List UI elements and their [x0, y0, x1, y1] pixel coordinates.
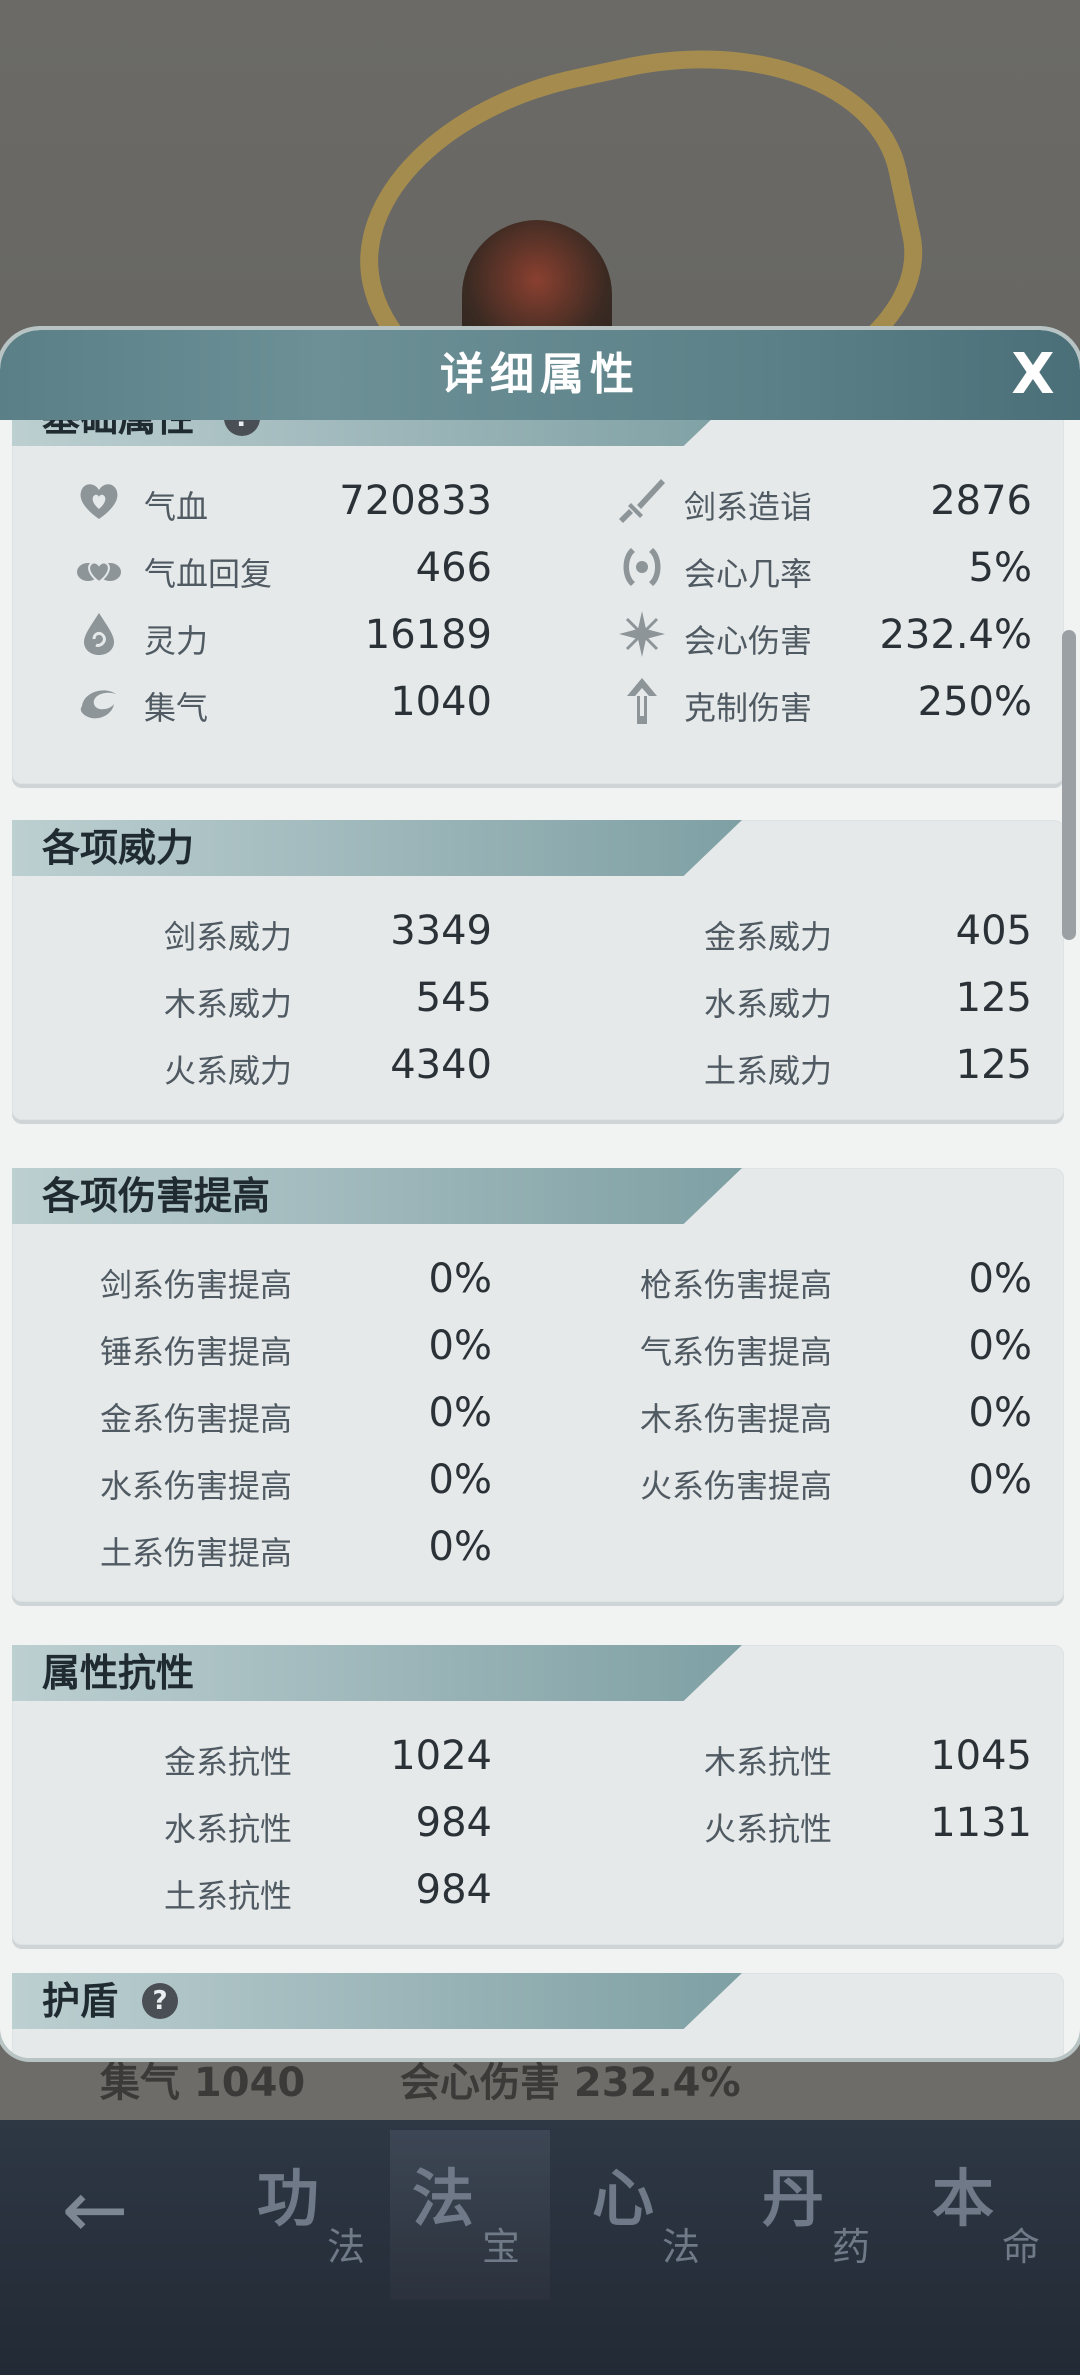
stat-label: 剑系造诣 [684, 488, 813, 526]
stat-label: 剑系伤害提高 [99, 1266, 292, 1304]
stat-label: 土系伤害提高 [99, 1534, 292, 1572]
stat-value: 984 [415, 1867, 492, 1913]
stat-value: 3349 [390, 908, 492, 954]
nav-tab-xinfa[interactable]: 心 法 [570, 2130, 730, 2300]
stat-value: 466 [415, 545, 492, 591]
stat-value: 1045 [930, 1733, 1032, 1779]
stat-label: 气系伤害提高 [639, 1333, 832, 1371]
nav-tab-big: 功 [257, 2162, 320, 2235]
stat-label: 金系伤害提高 [99, 1400, 292, 1438]
section-title-shield: 护盾 [42, 1978, 119, 2023]
stat-label: 锤系伤害提高 [99, 1333, 292, 1371]
stat-value: 0% [428, 1390, 492, 1436]
stat-value: 0% [428, 1256, 492, 1302]
stat-label: 气血回复 [144, 555, 273, 593]
stat-label: 气血 [144, 488, 209, 526]
stat-label: 克制伤害 [684, 689, 813, 727]
stat-value: 232.4% [879, 612, 1032, 658]
stat-value: 720833 [339, 478, 492, 524]
section-title-damage: 各项伤害提高 [42, 1173, 271, 1218]
stat-label: 集气 [144, 689, 209, 727]
stat-label: 金系抗性 [163, 1743, 292, 1781]
background-strip-right: 会心伤害 232.4% [400, 2060, 741, 2106]
stat-value: 0% [968, 1323, 1032, 1369]
stat-label: 灵力 [144, 622, 209, 660]
stat-value: 0% [428, 1457, 492, 1503]
stat-value: 0% [968, 1457, 1032, 1503]
stat-label: 会心伤害 [684, 622, 813, 660]
stat-label: 剑系威力 [163, 918, 292, 956]
nav-tab-small: 宝 [482, 2225, 521, 2269]
counter-arrow-icon [627, 678, 657, 724]
stat-label: 金系威力 [703, 918, 832, 956]
nav-tab-small: 药 [832, 2225, 871, 2269]
nav-tab-benming[interactable]: 本 命 [910, 2130, 1070, 2300]
stat-label: 木系抗性 [703, 1743, 832, 1781]
nav-tab-small: 命 [1002, 2225, 1041, 2269]
panel-resist: 属性抗性 金系抗性 1024 水系抗性 984 土系抗性 984 木系抗性 10… [12, 1645, 1064, 1945]
scroll-content[interactable]: 基础属性 ? [0, 420, 1080, 2058]
stat-label: 火系伤害提高 [639, 1467, 832, 1505]
stat-label: 木系威力 [163, 985, 292, 1023]
nav-tab-big: 丹 [762, 2162, 825, 2235]
nav-tab-big: 法 [412, 2162, 475, 2235]
sword-icon [619, 479, 665, 523]
stat-label: 土系威力 [703, 1052, 832, 1090]
stat-label: 水系威力 [703, 985, 832, 1023]
nav-tab-fabao[interactable]: 法 宝 [390, 2130, 550, 2300]
nav-tab-big: 心 [592, 2162, 655, 2235]
stat-value: 1024 [390, 1733, 492, 1779]
close-button[interactable]: X [1002, 344, 1064, 406]
stat-label: 水系抗性 [163, 1810, 292, 1848]
cloud-heart-icon [77, 561, 121, 584]
crit-rate-icon [623, 548, 661, 586]
nav-tab-gongfa[interactable]: 功 法 [235, 2130, 395, 2300]
stat-value: 2876 [930, 478, 1032, 524]
stat-value: 125 [955, 975, 1032, 1021]
stat-value: 545 [415, 975, 492, 1021]
section-title-power: 各项威力 [42, 825, 195, 870]
section-title-basic: 基础属性 [42, 420, 194, 446]
panel-basic: 基础属性 ? [12, 420, 1064, 784]
stat-label: 木系伤害提高 [639, 1400, 832, 1438]
panel-power: 各项威力 剑系威力 3349 木系威力 545 火系威力 4340 金系威力 4… [12, 820, 1064, 1120]
stat-value: 1131 [930, 1800, 1032, 1846]
stat-value: 0% [968, 1390, 1032, 1436]
panel-damage: 各项伤害提高 剑系伤害提高 0% 锤系伤害提高 0% 金系伤害提高 0% 水系伤… [12, 1168, 1064, 1602]
stat-label: 枪系伤害提高 [639, 1266, 832, 1304]
nav-tab-danyao[interactable]: 丹 药 [740, 2130, 900, 2300]
stat-value: 16189 [364, 612, 492, 658]
stat-value: 0% [968, 1256, 1032, 1302]
scrollbar[interactable] [1062, 630, 1076, 940]
stat-label: 水系伤害提高 [99, 1467, 292, 1505]
stat-label: 火系威力 [163, 1052, 292, 1090]
nav-tab-big: 本 [932, 2162, 995, 2235]
stat-value: 984 [415, 1800, 492, 1846]
swirl-icon [80, 690, 116, 719]
section-title-resist: 属性抗性 [42, 1650, 195, 1695]
crit-damage-icon [619, 611, 665, 657]
background-strip-left: 集气 1040 [100, 2060, 306, 2106]
help-icon[interactable]: ? [142, 1983, 178, 2019]
attribute-detail-modal: 详细属性 X 基础属性 ? [0, 330, 1080, 2058]
stat-value: 250% [917, 679, 1032, 725]
section-header [12, 1973, 742, 2029]
nav-tab-small: 法 [327, 2225, 366, 2269]
stat-value: 4340 [390, 1042, 492, 1088]
stat-label: 土系抗性 [163, 1877, 292, 1915]
stat-value: 0% [428, 1524, 492, 1570]
stat-value: 125 [955, 1042, 1032, 1088]
nav-tab-small: 法 [662, 2225, 701, 2269]
stat-value: 0% [428, 1323, 492, 1369]
panel-shield: 护盾 ? [12, 1973, 1064, 2058]
spirit-drop-icon [84, 613, 114, 655]
stat-value: 1040 [390, 679, 492, 725]
back-arrow-icon[interactable]: ← [40, 2160, 150, 2260]
modal-title: 详细属性 [440, 349, 640, 400]
heart-icon [80, 484, 118, 519]
stat-label: 会心几率 [684, 555, 813, 593]
stat-value: 5% [968, 545, 1032, 591]
stat-label: 火系抗性 [703, 1810, 832, 1848]
stat-value: 405 [955, 908, 1032, 954]
